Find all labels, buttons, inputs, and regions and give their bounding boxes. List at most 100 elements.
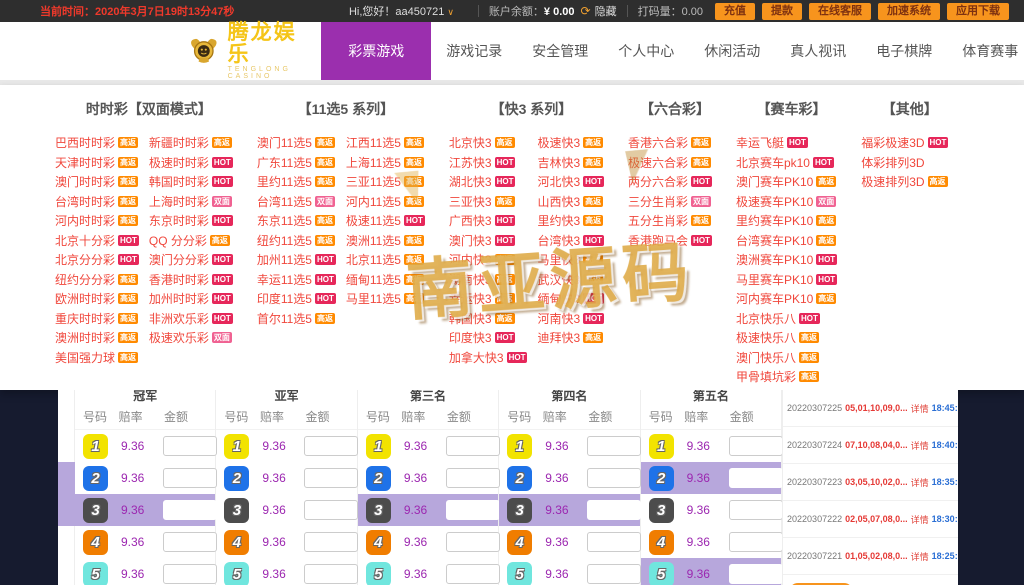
- ball-1[interactable]: 1: [507, 434, 532, 459]
- amount-input[interactable]: [163, 564, 217, 584]
- lottery-link[interactable]: 武汉快3高返: [537, 270, 604, 290]
- lottery-link[interactable]: 湖北快3HOT: [449, 172, 528, 192]
- lottery-link[interactable]: 广东11选5高返: [257, 153, 336, 173]
- amount-input[interactable]: [304, 532, 358, 552]
- nav-tab-真人视讯[interactable]: 真人视讯: [775, 22, 861, 80]
- amount-input[interactable]: [163, 500, 217, 520]
- lottery-link[interactable]: 两分六合彩HOT: [628, 172, 712, 192]
- lottery-link[interactable]: 缅甸11选5高返: [346, 270, 425, 290]
- amount-input[interactable]: [587, 564, 641, 584]
- lottery-link[interactable]: 河南快3HOT: [537, 309, 604, 329]
- topbar-button-提款[interactable]: 提款: [762, 3, 802, 20]
- lottery-link[interactable]: 纽约分分彩高返: [55, 270, 139, 290]
- lottery-link[interactable]: 非洲欢乐彩HOT: [149, 309, 233, 329]
- lottery-link[interactable]: 吉林快3高返: [537, 153, 604, 173]
- lottery-link[interactable]: 幸运快3高返: [449, 289, 528, 309]
- lottery-link[interactable]: 澳门分分彩HOT: [149, 250, 233, 270]
- amount-input[interactable]: [587, 532, 641, 552]
- amount-input[interactable]: [163, 436, 217, 456]
- lottery-link[interactable]: 河内快3高返: [449, 250, 528, 270]
- lottery-link[interactable]: 北京十分彩HOT: [55, 231, 139, 251]
- record-detail-link[interactable]: 详情: [911, 550, 929, 563]
- lottery-link[interactable]: 重庆时时彩高返: [55, 309, 139, 329]
- nav-tab-个人中心[interactable]: 个人中心: [603, 22, 689, 80]
- amount-input[interactable]: [729, 468, 783, 488]
- lottery-link[interactable]: 马里11选5高返: [346, 289, 425, 309]
- lottery-link[interactable]: 上海11选5高返: [346, 153, 425, 173]
- ball-5[interactable]: 5: [366, 562, 391, 585]
- amount-input[interactable]: [304, 500, 358, 520]
- lottery-link[interactable]: 河北快3HOT: [537, 172, 604, 192]
- lottery-link[interactable]: 东京11选5高返: [257, 211, 336, 231]
- lottery-link[interactable]: 迪拜快3高返: [537, 328, 604, 348]
- ball-5[interactable]: 5: [83, 562, 108, 585]
- lottery-link[interactable]: 幸运11选5HOT: [257, 270, 336, 290]
- amount-input[interactable]: [446, 564, 500, 584]
- lottery-link[interactable]: 体彩排列3D: [861, 153, 948, 173]
- lottery-link[interactable]: 美国强力球高返: [55, 348, 139, 368]
- ball-3[interactable]: 3: [83, 498, 108, 523]
- ball-2[interactable]: 2: [507, 466, 532, 491]
- lottery-link[interactable]: 香港时时彩HOT: [149, 270, 233, 290]
- lottery-link[interactable]: 印度11选5HOT: [257, 289, 336, 309]
- site-logo[interactable]: 腾龙娱乐 TENGLONG CASINO: [188, 22, 305, 80]
- lottery-link[interactable]: 极速赛车PK10双面: [736, 192, 837, 212]
- lottery-link[interactable]: 澳洲时时彩高返: [55, 328, 139, 348]
- lottery-link[interactable]: 香港六合彩高返: [628, 133, 712, 153]
- lottery-link[interactable]: 三亚快3高返: [449, 192, 528, 212]
- lottery-link[interactable]: 台湾快3HOT: [537, 231, 604, 251]
- lottery-link[interactable]: 新疆时时彩高返: [149, 133, 233, 153]
- lottery-link[interactable]: 北京赛车pk10HOT: [736, 153, 837, 173]
- lottery-link[interactable]: 马里快3高返: [537, 250, 604, 270]
- amount-input[interactable]: [729, 564, 783, 584]
- lottery-link[interactable]: 印度快3HOT: [449, 328, 528, 348]
- record-detail-link[interactable]: 详情: [911, 476, 929, 489]
- ball-2[interactable]: 2: [83, 466, 108, 491]
- ball-2[interactable]: 2: [366, 466, 391, 491]
- lottery-link[interactable]: 澳洲11选5高返: [346, 231, 425, 251]
- lottery-link[interactable]: 河内11选5高返: [346, 192, 425, 212]
- lottery-link[interactable]: 河内赛车PK10高返: [736, 289, 837, 309]
- ball-4[interactable]: 4: [366, 530, 391, 555]
- lottery-link[interactable]: 极速六合彩高返: [628, 153, 712, 173]
- nav-tab-游戏记录[interactable]: 游戏记录: [431, 22, 517, 80]
- nav-tab-安全管理[interactable]: 安全管理: [517, 22, 603, 80]
- refresh-icon[interactable]: ⟳: [581, 4, 591, 18]
- lottery-link[interactable]: 极速11选5HOT: [346, 211, 425, 231]
- topbar-button-加速系统[interactable]: 加速系统: [878, 3, 940, 20]
- ball-1[interactable]: 1: [366, 434, 391, 459]
- ball-4[interactable]: 4: [83, 530, 108, 555]
- ball-2[interactable]: 2: [224, 466, 249, 491]
- lottery-link[interactable]: 加州11选5HOT: [257, 250, 336, 270]
- ball-3[interactable]: 3: [224, 498, 249, 523]
- ball-3[interactable]: 3: [507, 498, 532, 523]
- lottery-link[interactable]: 福彩极速3DHOT: [861, 133, 948, 153]
- amount-input[interactable]: [446, 500, 500, 520]
- lottery-link[interactable]: 极速快乐八高返: [736, 328, 837, 348]
- amount-input[interactable]: [304, 564, 358, 584]
- lottery-link[interactable]: 里约赛车PK10高返: [736, 211, 837, 231]
- lottery-link[interactable]: 马里赛车PK10HOT: [736, 270, 837, 290]
- lottery-link[interactable]: 首尔11选5高返: [257, 309, 336, 329]
- lottery-link[interactable]: 巴西时时彩高返: [55, 133, 139, 153]
- user-menu[interactable]: Hi,您好！aa450721∨: [349, 3, 454, 19]
- lottery-link[interactable]: 天津时时彩高返: [55, 153, 139, 173]
- lottery-link[interactable]: 幸运飞艇HOT: [736, 133, 837, 153]
- lottery-link[interactable]: 北京快乐八HOT: [736, 309, 837, 329]
- amount-input[interactable]: [163, 532, 217, 552]
- lottery-link[interactable]: 澳门快3HOT: [449, 231, 528, 251]
- record-detail-link[interactable]: 详情: [911, 439, 929, 452]
- amount-input[interactable]: [587, 500, 641, 520]
- lottery-link[interactable]: 欧洲时时彩高返: [55, 289, 139, 309]
- lottery-link[interactable]: 北京11选5高返: [346, 250, 425, 270]
- hide-balance-button[interactable]: 隐藏: [595, 3, 617, 19]
- lottery-link[interactable]: 五分生肖彩高返: [628, 211, 712, 231]
- ball-5[interactable]: 5: [649, 562, 674, 585]
- amount-input[interactable]: [587, 468, 641, 488]
- lottery-link[interactable]: 极速时时彩HOT: [149, 153, 233, 173]
- nav-tab-体育赛事[interactable]: 体育赛事: [947, 22, 1024, 80]
- ball-3[interactable]: 3: [649, 498, 674, 523]
- ball-5[interactable]: 5: [224, 562, 249, 585]
- lottery-link[interactable]: 台湾时时彩高返: [55, 192, 139, 212]
- amount-input[interactable]: [446, 532, 500, 552]
